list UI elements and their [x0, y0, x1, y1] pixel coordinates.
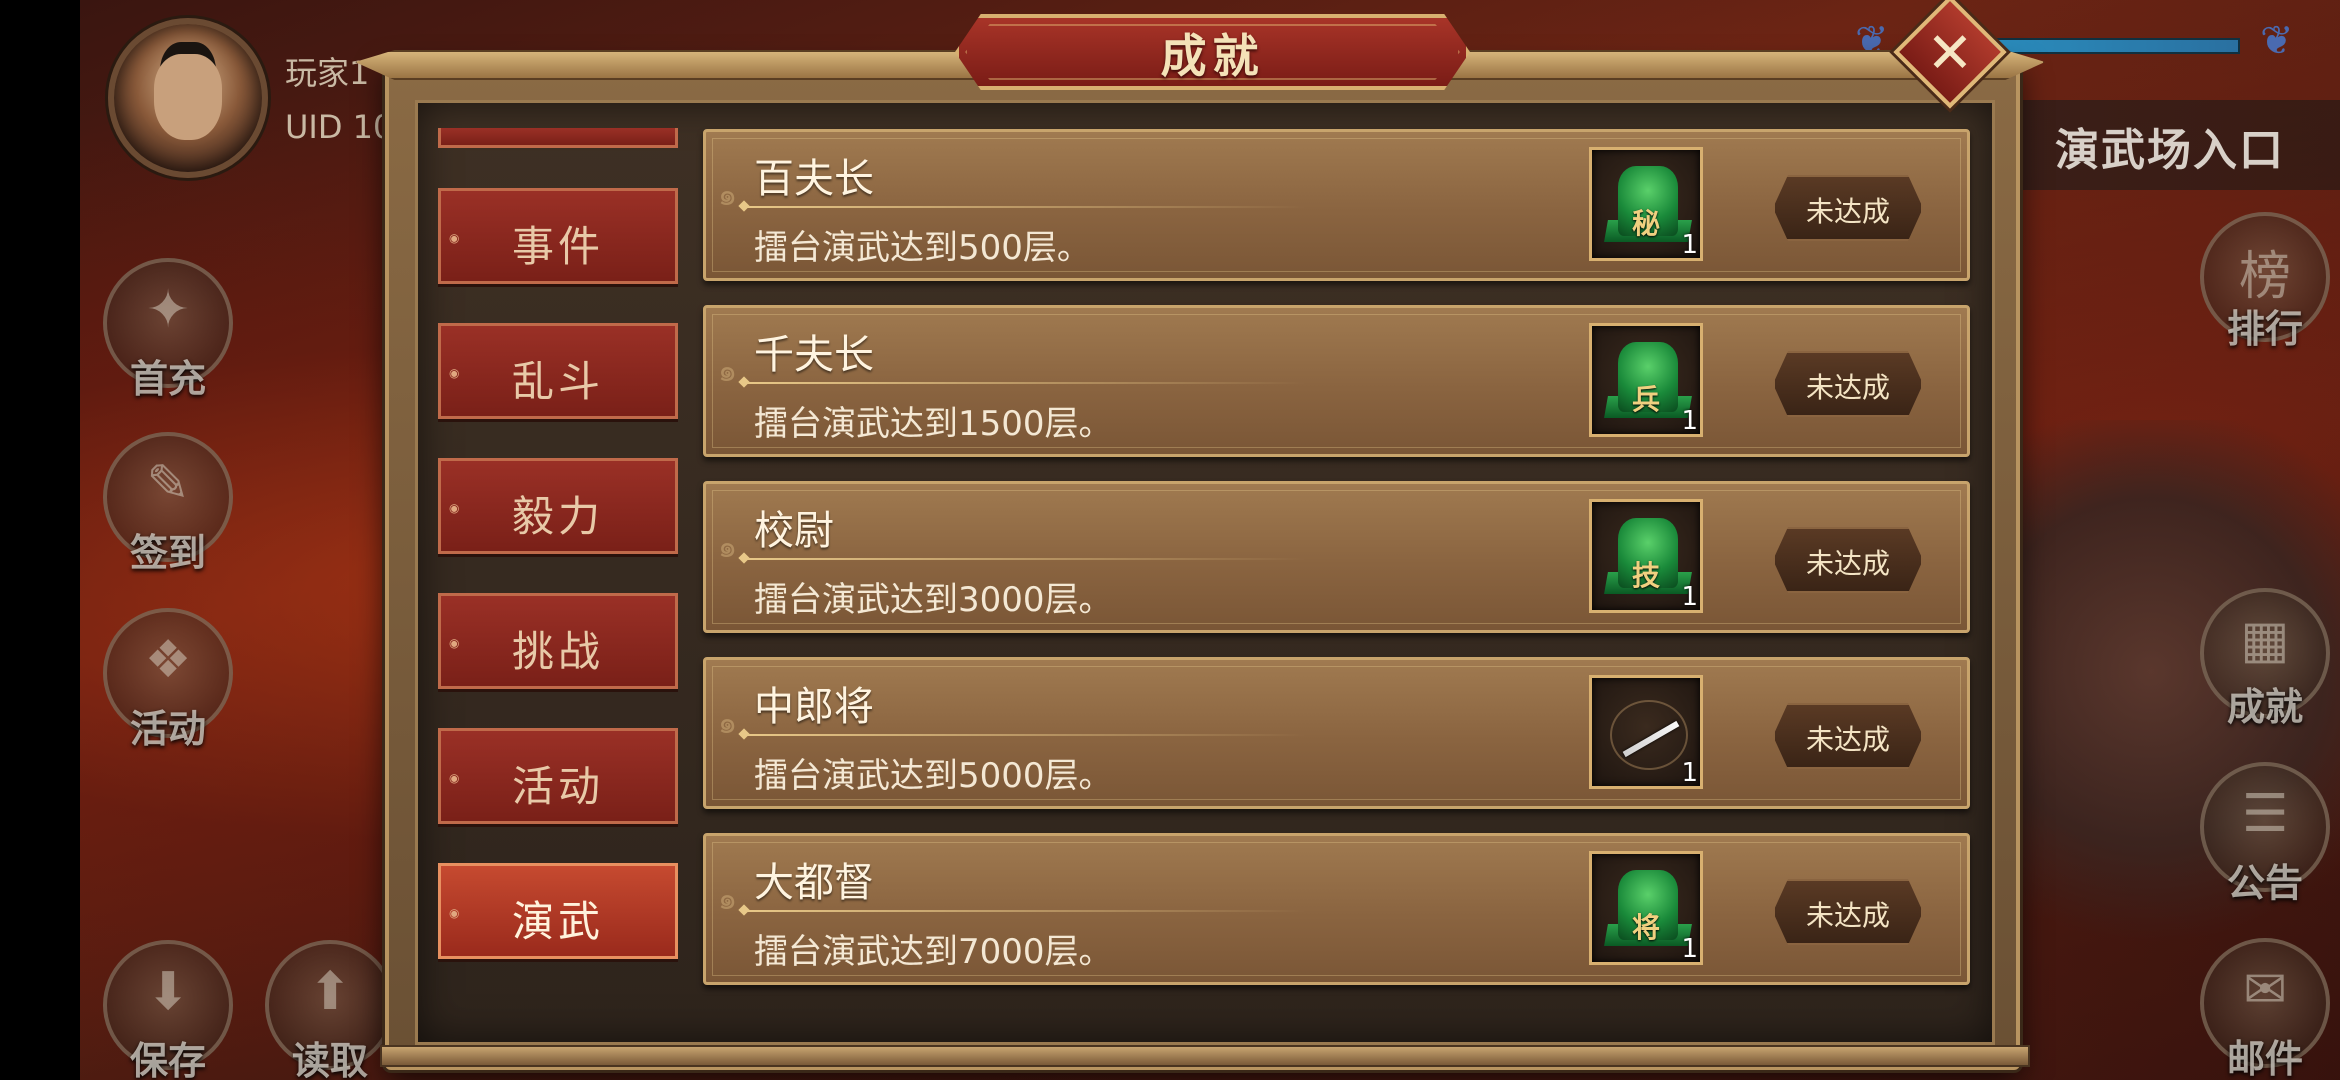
row-divider [746, 910, 1306, 912]
swirl-ornament-icon: ๑ [718, 354, 738, 389]
row-divider [746, 558, 1306, 560]
load-icon: ⬆ [308, 962, 352, 1022]
tab-label: 活动 [511, 762, 604, 811]
notice-label: 公告 [2226, 861, 2303, 905]
achievement-row: ๑ 中郎将 擂台演武达到5000层。 1 未达成 [703, 657, 1970, 809]
row-divider [746, 734, 1306, 736]
swirl-ornament-icon: ๑ [718, 178, 738, 213]
dialog-bottom-border [380, 1045, 2030, 1067]
save-icon: ⬇ [146, 962, 190, 1022]
achievement-desc: 擂台演武达到5000层。 [754, 756, 1113, 796]
treasure-icon: ❖ [144, 630, 192, 690]
tab-event[interactable]: ◉ 事件 [438, 188, 678, 284]
claim-status-label: 未达成 [1805, 547, 1890, 580]
achievement-desc: 擂台演武达到500层。 [754, 228, 1091, 268]
dialog-title: 成就 [1160, 29, 1265, 83]
sign-in-label: 签到 [129, 531, 206, 575]
achievement-name: 百夫长 [754, 156, 874, 202]
achievement-row: ๑ 千夫长 擂台演武达到1500层。 兵 1 未达成 [703, 305, 1970, 457]
swirl-ornament-icon: ๑ [718, 530, 738, 565]
achievement-row: ๑ 大都督 擂台演武达到7000层。 将 1 未达成 [703, 833, 1970, 985]
achievement-label: 成就 [2226, 685, 2303, 729]
tab-label: 事件 [511, 222, 604, 271]
ranking-label: 排行 [2226, 307, 2303, 351]
reward-slot[interactable]: 秘 1 [1589, 147, 1703, 261]
claim-status-label: 未达成 [1805, 195, 1890, 228]
tab-label: 毅力 [511, 492, 604, 541]
mail-icon: ✉ [2243, 960, 2287, 1020]
claim-status-label: 未达成 [1805, 371, 1890, 404]
tab-scroll-stub[interactable] [438, 128, 678, 148]
achievement-name: 大都督 [754, 860, 874, 906]
achievement-desc: 擂台演武达到3000层。 [754, 580, 1113, 620]
tab-perseverance[interactable]: ◉ 毅力 [438, 458, 678, 554]
achievement-name: 千夫长 [754, 332, 874, 378]
tab-label: 乱斗 [511, 357, 604, 406]
swirl-ornament-icon: ๑ [718, 882, 738, 917]
close-icon[interactable]: ✕ [1910, 14, 1990, 94]
achievement-name: 校尉 [754, 508, 834, 554]
achievement-row: ๑ 校尉 擂台演武达到3000层。 技 1 未达成 [703, 481, 1970, 633]
gift-icon: ✦ [146, 280, 190, 340]
activity-label: 活动 [129, 707, 206, 751]
tab-challenge[interactable]: ◉ 挑战 [438, 593, 678, 689]
reward-quantity: 1 [1681, 582, 1698, 612]
left-letterbox [0, 0, 80, 1080]
achievement-desc: 擂台演武达到1500层。 [754, 404, 1113, 444]
first-recharge-label: 首充 [129, 357, 206, 401]
row-divider [746, 382, 1306, 384]
achievement-row: ๑ 百夫长 擂台演武达到500层。 秘 1 未达成 [703, 129, 1970, 281]
load-label: 读取 [291, 1039, 368, 1080]
notice-scroll-icon: ☰ [2241, 784, 2289, 844]
butterfly-right-icon: ❦ [2260, 18, 2294, 64]
mail-label: 邮件 [2226, 1037, 2303, 1080]
achievement-icon: ▦ [2240, 610, 2290, 670]
save-label: 保存 [129, 1039, 206, 1080]
reward-quantity: 1 [1681, 758, 1698, 788]
reward-quantity: 1 [1681, 406, 1698, 436]
reward-slot[interactable]: 技 1 [1589, 499, 1703, 613]
player-avatar[interactable] [108, 18, 268, 178]
title-wing-left [355, 50, 1015, 80]
tab-label: 挑战 [511, 627, 604, 676]
tab-martial-arena[interactable]: ◉ 演武 [438, 863, 678, 959]
row-divider [746, 206, 1306, 208]
avatar-face [154, 54, 222, 140]
claim-status-label: 未达成 [1805, 899, 1890, 932]
swirl-ornament-icon: ๑ [718, 706, 738, 741]
tab-label: 演武 [511, 897, 604, 946]
arena-entry-button[interactable]: 演武场入口 [2015, 100, 2340, 190]
arena-entry-label: 演武场入口 [2055, 125, 2285, 176]
player-name: 玩家1 [285, 54, 370, 92]
scroll-brush-icon: ✎ [146, 454, 190, 514]
claim-status-label: 未达成 [1805, 723, 1890, 756]
tab-activity[interactable]: ◉ 活动 [438, 728, 678, 824]
reward-slot[interactable]: 将 1 [1589, 851, 1703, 965]
achievement-name: 中郎将 [754, 684, 874, 730]
reward-quantity: 1 [1681, 934, 1698, 964]
dagger-icon [1610, 700, 1688, 770]
reward-quantity: 1 [1681, 230, 1698, 260]
reward-slot[interactable]: 1 [1589, 675, 1703, 789]
achievement-desc: 擂台演武达到7000层。 [754, 932, 1113, 972]
reward-slot[interactable]: 兵 1 [1589, 323, 1703, 437]
tab-brawl[interactable]: ◉ 乱斗 [438, 323, 678, 419]
